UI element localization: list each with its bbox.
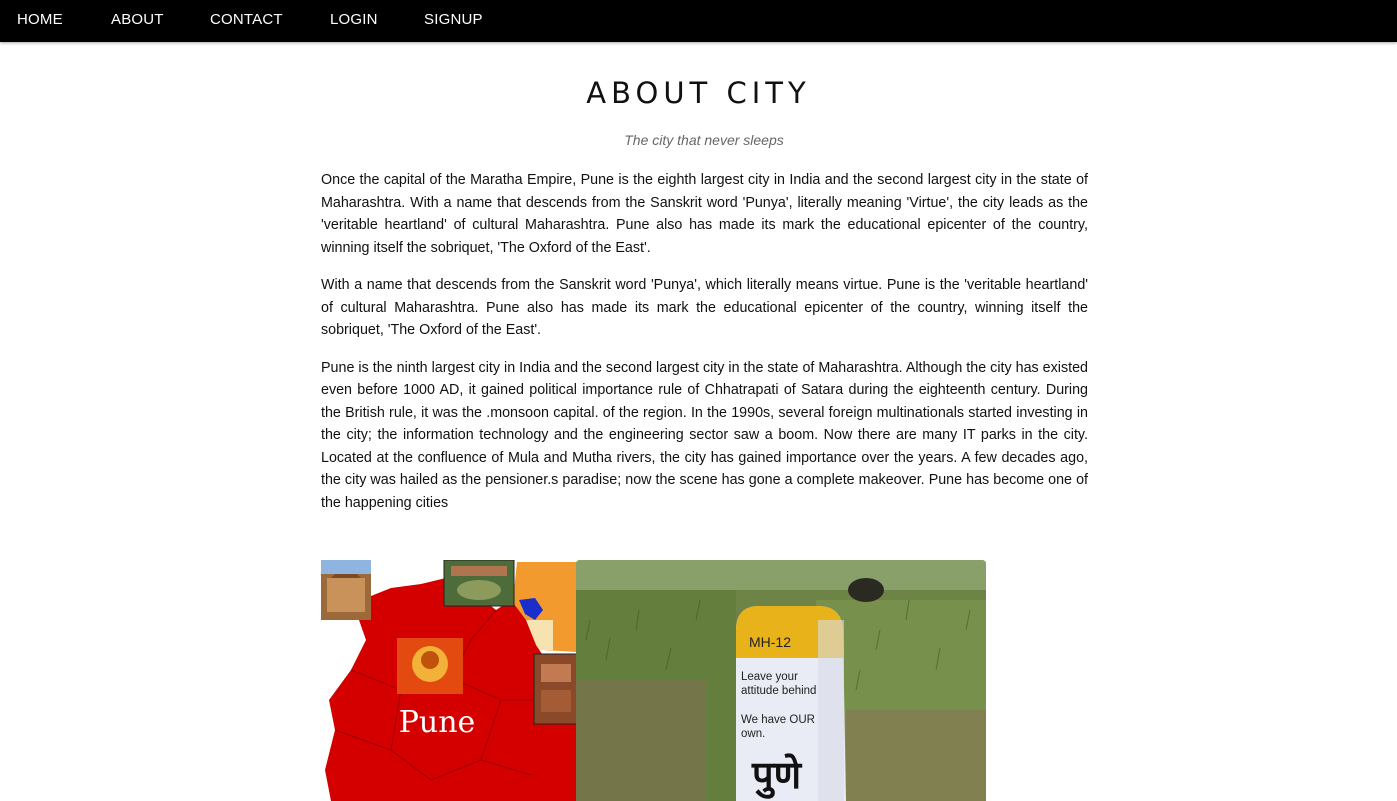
pune-map-image: Pune <box>321 560 577 801</box>
paragraph-2: With a name that descends from the Sansk… <box>321 277 1088 338</box>
milestone-illustration: MH-12 Leave your attitude behind We have… <box>576 560 986 801</box>
nav-contact-link[interactable]: CONTACT <box>210 11 283 28</box>
paragraph-3: Pune is the ninth largest city in India … <box>321 359 1088 511</box>
nav-login-link[interactable]: LOGIN <box>330 11 378 28</box>
nav-signup-link[interactable]: SIGNUP <box>424 11 483 28</box>
nav-about-link[interactable]: ABOUT <box>111 11 164 28</box>
milestone-line-3: We have OUR <box>741 714 815 726</box>
milestone-code: MH-12 <box>749 634 791 650</box>
milestone-photo: MH-12 Leave your attitude behind We have… <box>576 560 986 801</box>
milestone-marathi-text: पुणे <box>751 753 803 799</box>
milestone-line-2: attitude behind <box>741 685 816 697</box>
pune-map-label: Pune <box>399 705 476 740</box>
milestone-line-4: own. <box>741 728 765 740</box>
milestone-line-1: Leave your <box>741 671 798 683</box>
top-navbar: HOME ABOUT CONTACT LOGIN SIGNUP <box>0 0 1397 42</box>
nav-home-link[interactable]: HOME <box>17 11 63 28</box>
image-gallery: Pune MH-12 Leave your attitude behind We… <box>321 560 986 801</box>
page-subtitle: The city that never sleeps <box>624 132 784 148</box>
page-title: ABOUT CITY <box>586 76 811 110</box>
about-content: Once the capital of the Maratha Empire, … <box>321 169 1088 529</box>
paragraph-1: Once the capital of the Maratha Empire, … <box>321 172 1088 256</box>
pune-map-illustration: Pune <box>321 560 577 801</box>
